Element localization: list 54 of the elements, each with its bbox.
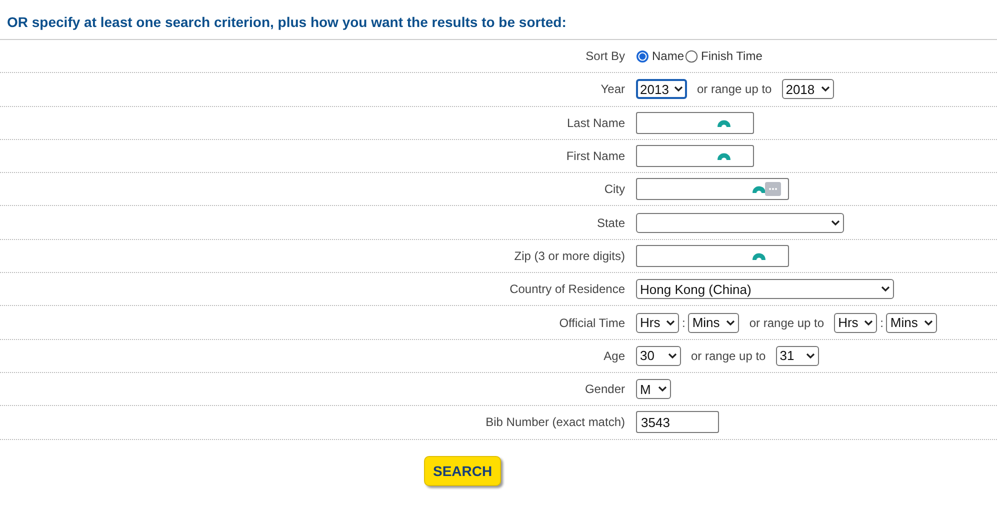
arch-icon[interactable] xyxy=(752,250,766,260)
range-label: or range up to xyxy=(697,82,772,96)
field-label: Official Time xyxy=(559,316,625,330)
from-select[interactable]: 30 xyxy=(636,346,681,366)
dropdown-select[interactable]: M xyxy=(636,379,671,400)
text-field[interactable] xyxy=(636,178,789,200)
field-label: Country of Residence xyxy=(510,282,625,296)
field-label: City xyxy=(604,182,625,196)
time-separator: : xyxy=(682,316,686,330)
text-field[interactable] xyxy=(636,244,789,267)
minutes-select[interactable]: Mins xyxy=(886,312,938,333)
minutes-select[interactable]: Mins xyxy=(688,312,740,333)
radio-button[interactable] xyxy=(636,50,649,63)
caret-icon xyxy=(806,352,815,359)
radio-button[interactable] xyxy=(685,50,698,63)
field-label: Year xyxy=(600,82,625,96)
range-label: or range up to xyxy=(749,316,824,330)
field-label: Last Name xyxy=(566,116,625,130)
field-label: Sort By xyxy=(586,49,625,64)
hours-select[interactable]: Hrs xyxy=(834,312,878,333)
text-field[interactable] xyxy=(636,112,754,134)
field-label: Gender xyxy=(584,382,625,396)
search-button[interactable]: SEARCH xyxy=(424,456,502,486)
caret-icon xyxy=(658,386,667,392)
caret-icon xyxy=(668,352,677,359)
text-field[interactable]: 3543 xyxy=(636,411,719,434)
field-label: Age xyxy=(604,348,625,363)
text-field[interactable] xyxy=(636,145,754,168)
dropdown-select[interactable]: Hong Kong (China) xyxy=(636,279,894,300)
from-select[interactable]: 2013 xyxy=(636,79,687,100)
caret-icon xyxy=(820,86,830,92)
caret-icon xyxy=(881,286,890,292)
to-select[interactable]: 2018 xyxy=(782,79,834,100)
arch-icon[interactable] xyxy=(717,151,731,160)
radio-label[interactable]: Finish Time xyxy=(701,49,762,64)
time-separator: : xyxy=(880,316,884,330)
caret-icon xyxy=(666,320,675,326)
caret-icon xyxy=(924,320,934,326)
field-label: State xyxy=(596,216,625,230)
field-label: Zip (3 or more digits) xyxy=(514,248,625,263)
caret-icon xyxy=(864,320,874,326)
caret-icon xyxy=(674,86,683,92)
caret-icon xyxy=(726,320,736,326)
field-label: First Name xyxy=(566,149,625,164)
dropdown-select[interactable] xyxy=(636,212,844,233)
arch-icon[interactable] xyxy=(717,118,731,127)
field-label: Bib Number (exact match) xyxy=(486,415,625,430)
arch-icon[interactable] xyxy=(752,184,766,194)
range-label: or range up to xyxy=(691,348,766,363)
radio-label[interactable]: Name xyxy=(652,49,684,64)
to-select[interactable]: 31 xyxy=(776,346,819,366)
section-heading: OR specify at least one search criterion, plus how you want the results to be sorted: xyxy=(7,14,566,30)
hours-select[interactable]: Hrs xyxy=(636,312,679,333)
caret-icon xyxy=(831,220,840,226)
